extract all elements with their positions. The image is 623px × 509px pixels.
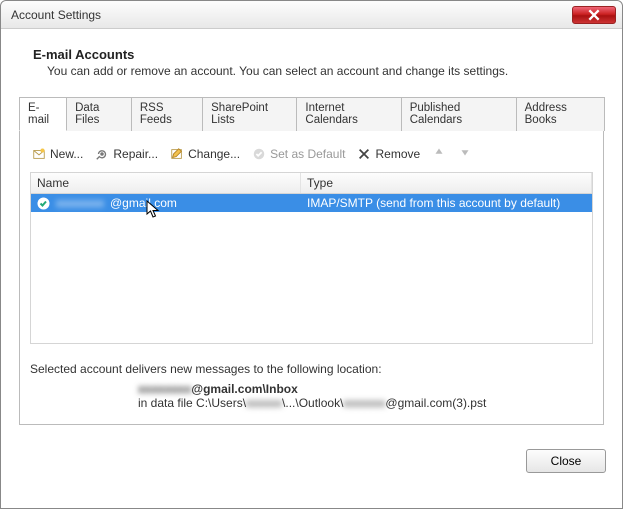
account-name-hidden: xxxxxxxx: [56, 196, 104, 210]
path-prefix: in data file C:\Users\: [138, 396, 246, 410]
path-mid: \...\Outlook\: [282, 396, 343, 410]
tab-internet-calendars[interactable]: Internet Calendars: [296, 97, 401, 131]
remove-button[interactable]: Remove: [357, 147, 420, 161]
delivery-intro: Selected account delivers new messages t…: [30, 362, 593, 376]
mailbox-suffix: @gmail.com\Inbox: [191, 382, 297, 396]
repair-label: Repair...: [113, 147, 158, 161]
change-label: Change...: [188, 147, 240, 161]
repair-icon: [95, 147, 109, 161]
titlebar: Account Settings: [1, 1, 622, 29]
window-title: Account Settings: [11, 8, 572, 22]
toolbar: New... Repair... Change... Set as Defaul…: [30, 141, 593, 172]
column-type[interactable]: Type: [301, 173, 592, 193]
tabs: E-mail Data Files RSS Feeds SharePoint L…: [19, 96, 604, 131]
arrow-up-icon: [432, 145, 446, 159]
cell-type: IMAP/SMTP (send from this account by def…: [301, 194, 592, 212]
repair-button[interactable]: Repair...: [95, 147, 158, 161]
arrow-down-icon: [458, 145, 472, 159]
page-heading: E-mail Accounts: [33, 47, 604, 62]
tab-email[interactable]: E-mail: [19, 97, 67, 131]
new-icon: [32, 147, 46, 161]
close-button[interactable]: Close: [526, 449, 606, 473]
table-header: Name Type: [30, 172, 593, 194]
move-down-button: [458, 145, 472, 162]
path-user-hidden: xxxxxx: [246, 396, 282, 410]
new-label: New...: [50, 147, 83, 161]
path-suffix: @gmail.com(3).pst: [385, 396, 486, 410]
set-default-label: Set as Default: [270, 147, 345, 161]
new-button[interactable]: New...: [32, 147, 83, 161]
set-default-icon: [252, 147, 266, 161]
move-up-button: [432, 145, 446, 162]
tab-panel-email: New... Repair... Change... Set as Defaul…: [19, 131, 604, 425]
tab-rss-feeds[interactable]: RSS Feeds: [131, 97, 203, 131]
tab-published-calendars[interactable]: Published Calendars: [401, 97, 517, 131]
path-account-hidden: xxxxxxx: [343, 396, 385, 410]
page-subtext: You can add or remove an account. You ca…: [47, 64, 604, 78]
tab-address-books[interactable]: Address Books: [516, 97, 605, 131]
table-body: xxxxxxxx @gmail.com IMAP/SMTP (send from …: [30, 194, 593, 344]
remove-icon: [357, 147, 371, 161]
table-row[interactable]: xxxxxxxx @gmail.com IMAP/SMTP (send from …: [31, 194, 592, 212]
tab-sharepoint-lists[interactable]: SharePoint Lists: [202, 97, 297, 131]
delivery-location: Selected account delivers new messages t…: [30, 362, 593, 410]
mailbox-hidden: xxxxxxxx: [138, 382, 191, 396]
set-default-button: Set as Default: [252, 147, 345, 161]
cell-name: xxxxxxxx @gmail.com: [31, 194, 301, 212]
close-icon: [587, 8, 601, 22]
delivery-path: in data file C:\Users\xxxxxx\...\Outlook…: [138, 396, 593, 410]
dialog-footer: Close: [1, 439, 622, 483]
tab-data-files[interactable]: Data Files: [66, 97, 132, 131]
default-account-icon: [37, 197, 50, 210]
account-name-visible: @gmail.com: [110, 196, 177, 210]
delivery-mailbox: xxxxxxxx@gmail.com\Inbox: [138, 382, 593, 396]
change-icon: [170, 147, 184, 161]
column-name[interactable]: Name: [31, 173, 301, 193]
change-button[interactable]: Change...: [170, 147, 240, 161]
window-close-button[interactable]: [572, 6, 616, 24]
remove-label: Remove: [375, 147, 420, 161]
